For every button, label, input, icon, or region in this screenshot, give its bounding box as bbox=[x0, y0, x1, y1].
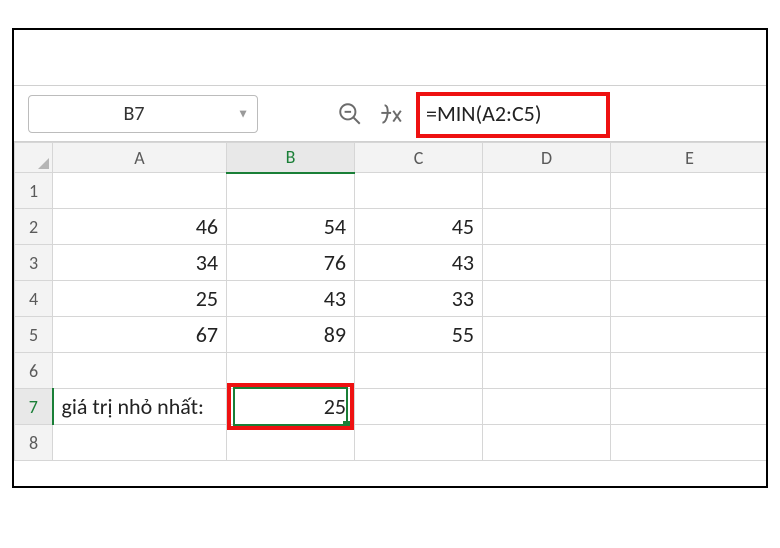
cell-C5[interactable]: 55 bbox=[355, 317, 483, 353]
row-header-6[interactable]: 6 bbox=[15, 353, 53, 389]
row-5: 5 67 89 55 bbox=[15, 317, 767, 353]
cell-A4[interactable]: 25 bbox=[53, 281, 227, 317]
cell-A1[interactable] bbox=[53, 173, 227, 209]
cell-B5[interactable]: 89 bbox=[227, 317, 355, 353]
cell-A6[interactable] bbox=[53, 353, 227, 389]
cell-B2[interactable]: 54 bbox=[227, 209, 355, 245]
column-header-row: A B C D E bbox=[15, 143, 767, 173]
app-window: B7 ▼ A B C D E bbox=[12, 28, 768, 488]
row-3: 3 34 76 43 bbox=[15, 245, 767, 281]
row-7: 7 giá trị nhỏ nhất: 25 bbox=[15, 389, 767, 425]
cell-C6[interactable] bbox=[355, 353, 483, 389]
spreadsheet-grid[interactable]: A B C D E 1 2 46 bbox=[14, 142, 766, 486]
col-header-B[interactable]: B bbox=[227, 143, 355, 173]
row-6: 6 bbox=[15, 353, 767, 389]
zoom-lens-icon[interactable] bbox=[334, 98, 366, 130]
cell-E3[interactable] bbox=[611, 245, 767, 281]
col-header-D[interactable]: D bbox=[483, 143, 611, 173]
cell-D8[interactable] bbox=[483, 425, 611, 461]
col-header-E[interactable]: E bbox=[611, 143, 767, 173]
cell-D7[interactable] bbox=[483, 389, 611, 425]
cell-A7[interactable]: giá trị nhỏ nhất: bbox=[53, 389, 227, 425]
fill-handle[interactable] bbox=[343, 421, 350, 428]
cell-D1[interactable] bbox=[483, 173, 611, 209]
select-all-corner[interactable] bbox=[15, 143, 53, 173]
row-header-7[interactable]: 7 bbox=[15, 389, 53, 425]
cell-C2[interactable]: 45 bbox=[355, 209, 483, 245]
cell-E5[interactable] bbox=[611, 317, 767, 353]
cell-E1[interactable] bbox=[611, 173, 767, 209]
row-header-5[interactable]: 5 bbox=[15, 317, 53, 353]
cell-B1[interactable] bbox=[227, 173, 355, 209]
cell-C7[interactable] bbox=[355, 389, 483, 425]
cell-B7-text: 25 bbox=[324, 393, 346, 420]
cell-D6[interactable] bbox=[483, 353, 611, 389]
formula-bar[interactable] bbox=[422, 97, 732, 131]
cell-B4[interactable]: 43 bbox=[227, 281, 355, 317]
cell-B6[interactable] bbox=[227, 353, 355, 389]
col-header-C[interactable]: C bbox=[355, 143, 483, 173]
row-header-3[interactable]: 3 bbox=[15, 245, 53, 281]
cell-B3[interactable]: 76 bbox=[227, 245, 355, 281]
formula-input[interactable] bbox=[422, 97, 732, 131]
cell-B8[interactable] bbox=[227, 425, 355, 461]
cell-E6[interactable] bbox=[611, 353, 767, 389]
cell-D3[interactable] bbox=[483, 245, 611, 281]
row-header-1[interactable]: 1 bbox=[15, 173, 53, 209]
fx-icon[interactable] bbox=[374, 98, 406, 130]
cell-E7[interactable] bbox=[611, 389, 767, 425]
cell-B7[interactable]: 25 bbox=[227, 389, 355, 425]
row-header-8[interactable]: 8 bbox=[15, 425, 53, 461]
cell-A8[interactable] bbox=[53, 425, 227, 461]
name-box[interactable]: B7 ▼ bbox=[28, 95, 258, 133]
row-4: 4 25 43 33 bbox=[15, 281, 767, 317]
name-box-value: B7 bbox=[123, 102, 144, 126]
col-header-A[interactable]: A bbox=[53, 143, 227, 173]
cell-A3[interactable]: 34 bbox=[53, 245, 227, 281]
cell-A2[interactable]: 46 bbox=[53, 209, 227, 245]
cell-A5[interactable]: 67 bbox=[53, 317, 227, 353]
cell-C3[interactable]: 43 bbox=[355, 245, 483, 281]
cell-D5[interactable] bbox=[483, 317, 611, 353]
grid-table: A B C D E 1 2 46 bbox=[14, 142, 766, 461]
row-8: 8 bbox=[15, 425, 767, 461]
cell-D4[interactable] bbox=[483, 281, 611, 317]
row-header-4[interactable]: 4 bbox=[15, 281, 53, 317]
cell-E8[interactable] bbox=[611, 425, 767, 461]
cell-C1[interactable] bbox=[355, 173, 483, 209]
ribbon-placeholder bbox=[14, 30, 766, 86]
formula-bar-row: B7 ▼ bbox=[14, 86, 766, 142]
chevron-down-icon[interactable]: ▼ bbox=[237, 106, 249, 121]
row-1: 1 bbox=[15, 173, 767, 209]
cell-E2[interactable] bbox=[611, 209, 767, 245]
cell-D2[interactable] bbox=[483, 209, 611, 245]
cell-A7-text: giá trị nhỏ nhất: bbox=[62, 393, 204, 420]
cell-C8[interactable] bbox=[355, 425, 483, 461]
row-header-2[interactable]: 2 bbox=[15, 209, 53, 245]
cell-E4[interactable] bbox=[611, 281, 767, 317]
cell-C4[interactable]: 33 bbox=[355, 281, 483, 317]
row-2: 2 46 54 45 bbox=[15, 209, 767, 245]
